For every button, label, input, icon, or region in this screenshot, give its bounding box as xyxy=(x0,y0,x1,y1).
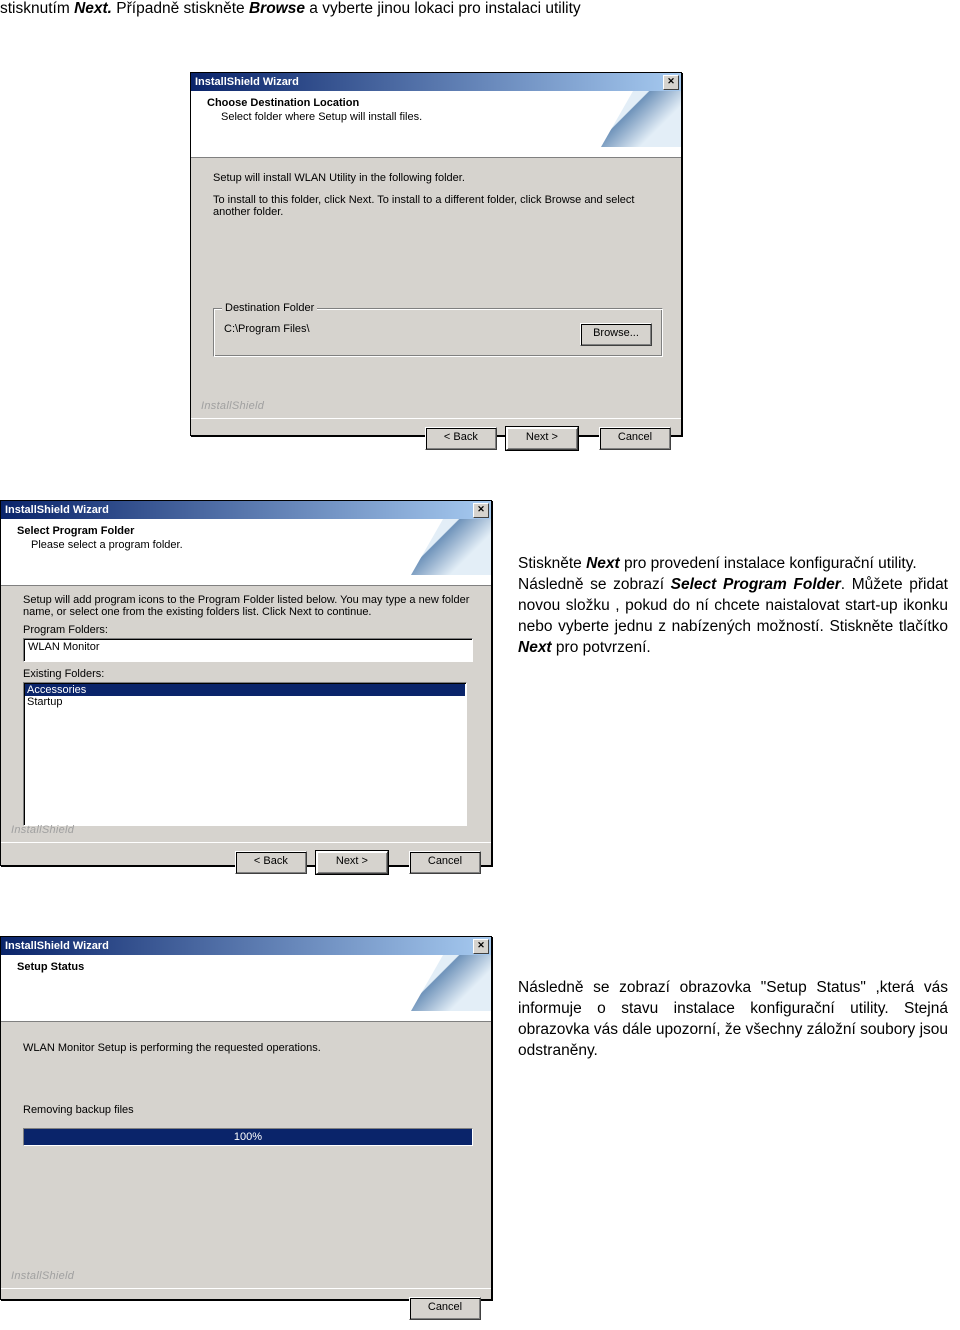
document-top-line: stisknutím Next. Případně stiskněte Brow… xyxy=(0,0,960,24)
installshield-watermark: InstallShield xyxy=(11,824,74,836)
doc-paragraph-2: Následně se zobrazí obrazovka "Setup Sta… xyxy=(518,978,948,1062)
top-text: stisknutím xyxy=(0,0,74,17)
banner-title: Select Program Folder xyxy=(17,525,479,537)
titlebar: InstallShield Wizard ✕ xyxy=(1,937,491,955)
progress-percent: 100% xyxy=(24,1129,472,1145)
cancel-button[interactable]: Cancel xyxy=(409,1297,481,1320)
cancel-button[interactable]: Cancel xyxy=(409,851,481,874)
browse-button[interactable]: Browse... xyxy=(580,323,652,346)
groupbox-legend: Destination Folder xyxy=(222,302,317,314)
program-folder-input[interactable]: WLAN Monitor xyxy=(23,638,473,662)
dialog-button-row: Cancel xyxy=(1,1288,491,1330)
progress-bar: 100% xyxy=(23,1128,473,1146)
text: Následně se zobrazí xyxy=(518,576,671,593)
dialog-banner: Setup Status xyxy=(1,955,491,1022)
installer-dialog-program-folder: InstallShield Wizard ✕ Select Program Fo… xyxy=(0,500,492,866)
text: pro potvrzení. xyxy=(552,639,651,656)
next-button[interactable]: Next > xyxy=(316,851,388,874)
dialog-button-row: < Back Next > Cancel xyxy=(1,842,491,884)
body-text-1: Setup will install WLAN Utility in the f… xyxy=(213,172,663,184)
titlebar: InstallShield Wizard ✕ xyxy=(191,73,681,91)
status-text: WLAN Monitor Setup is performing the req… xyxy=(23,1042,473,1054)
installshield-watermark: InstallShield xyxy=(11,1270,74,1282)
existing-folders-label: Existing Folders: xyxy=(23,668,473,680)
banner-subtitle xyxy=(17,973,479,975)
list-item[interactable]: Accessories xyxy=(25,684,465,696)
window-title: InstallShield Wizard xyxy=(195,76,299,88)
back-button[interactable]: < Back xyxy=(235,851,307,874)
dialog-button-row: < Back Next > Cancel xyxy=(191,418,681,460)
close-icon[interactable]: ✕ xyxy=(663,75,679,90)
top-text: a vyberte jinou lokaci pro instalaci uti… xyxy=(305,0,581,17)
installer-dialog-destination: InstallShield Wizard ✕ Choose Destinatio… xyxy=(190,72,682,436)
action-text: Removing backup files xyxy=(23,1104,473,1116)
window-title: InstallShield Wizard xyxy=(5,504,109,516)
text: pro provedení instalace konfigurační uti… xyxy=(620,555,917,572)
dialog-banner: Choose Destination Location Select folde… xyxy=(191,91,681,158)
top-text: Případně stiskněte xyxy=(112,0,249,17)
em-select-program-folder: Select Program Folder xyxy=(671,576,841,593)
doc-paragraph-1: Stiskněte Next pro provedení instalace k… xyxy=(518,554,948,659)
back-button[interactable]: < Back xyxy=(425,427,497,450)
titlebar: InstallShield Wizard ✕ xyxy=(1,501,491,519)
top-next-word: Next. xyxy=(74,0,112,17)
text: Následně se zobrazí obrazovka "Setup Sta… xyxy=(518,979,948,1059)
text: Stiskněte xyxy=(518,555,586,572)
existing-folders-list[interactable]: Accessories Startup xyxy=(23,682,467,826)
banner-title: Setup Status xyxy=(17,961,479,973)
cancel-button[interactable]: Cancel xyxy=(599,427,671,450)
installer-dialog-setup-status: InstallShield Wizard ✕ Setup Status WLAN… xyxy=(0,936,492,1300)
em-next: Next xyxy=(586,555,620,572)
body-desc: Setup will add program icons to the Prog… xyxy=(23,594,471,618)
close-icon[interactable]: ✕ xyxy=(473,503,489,518)
banner-subtitle: Select folder where Setup will install f… xyxy=(207,109,669,123)
program-folders-label: Program Folders: xyxy=(23,624,473,636)
top-browse-word: Browse xyxy=(249,0,305,17)
banner-title: Choose Destination Location xyxy=(207,97,669,109)
close-icon[interactable]: ✕ xyxy=(473,939,489,954)
next-button[interactable]: Next > xyxy=(506,427,578,450)
dialog-banner: Select Program Folder Please select a pr… xyxy=(1,519,491,586)
body-text-2: To install to this folder, click Next. T… xyxy=(213,194,643,218)
destination-path: C:\Program Files\ xyxy=(224,323,310,335)
installshield-watermark: InstallShield xyxy=(201,400,264,412)
em-next: Next xyxy=(518,639,552,656)
list-item[interactable]: Startup xyxy=(25,696,465,708)
window-title: InstallShield Wizard xyxy=(5,940,109,952)
banner-subtitle: Please select a program folder. xyxy=(17,537,479,551)
